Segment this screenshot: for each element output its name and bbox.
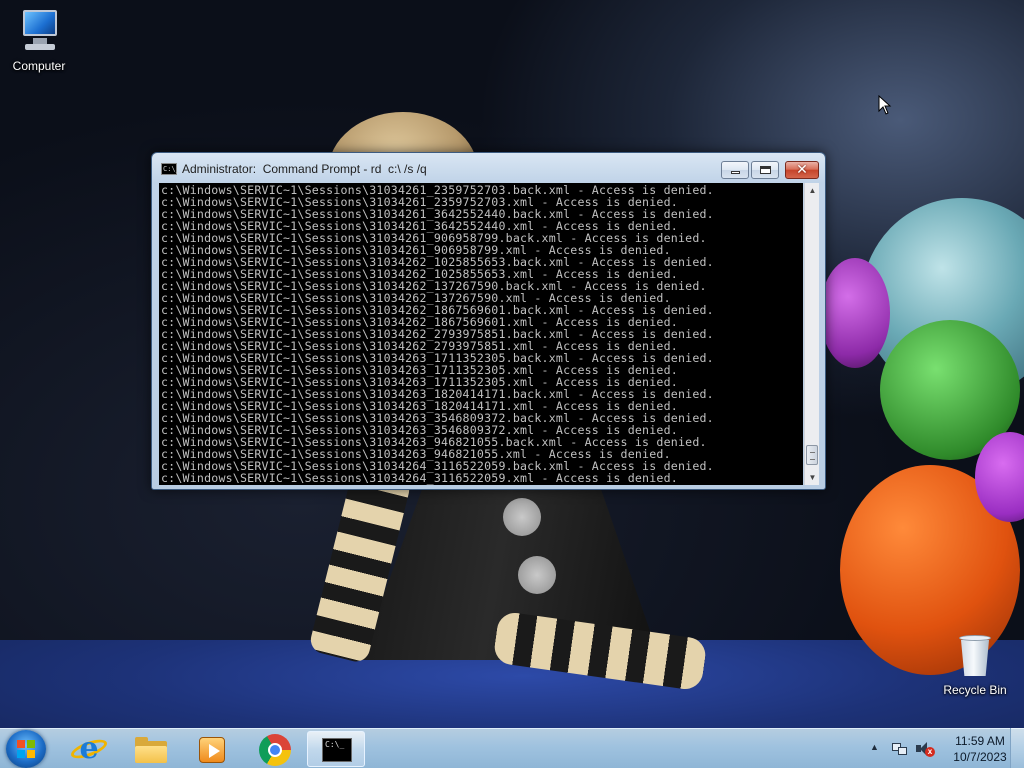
maximize-button[interactable] — [751, 161, 779, 179]
wallpaper-figure-button — [503, 498, 541, 536]
command-prompt-icon: C:\_ — [161, 163, 180, 175]
desktop-icon-computer[interactable]: Computer — [1, 8, 77, 73]
maximize-icon — [760, 166, 771, 174]
taskbar-command-prompt[interactable]: C:\_ — [307, 731, 365, 767]
desktop-icon-label: Recycle Bin — [943, 683, 1007, 697]
taskbar-google-chrome[interactable] — [245, 731, 303, 767]
clock[interactable]: 11:59 AM 10/7/2023 — [940, 733, 1020, 765]
system-tray: ▲ x 11:59 AM 10/7/2023 — [862, 729, 1024, 768]
scroll-up-arrow-icon[interactable]: ▲ — [805, 183, 820, 198]
clock-date: 10/7/2023 — [953, 750, 1007, 764]
window-title: Administrator: Command Prompt - rd c:\ /… — [182, 162, 427, 176]
desktop-icon-label: Computer — [12, 59, 66, 73]
command-prompt-icon: C:\_ — [322, 738, 352, 762]
scroll-down-arrow-icon[interactable]: ▼ — [805, 470, 820, 485]
console-lines: c:\Windows\SERVIC~1\Sessions\31034261_23… — [159, 183, 803, 484]
clock-time: 11:59 AM — [955, 734, 1005, 748]
windows-start-icon — [17, 740, 35, 758]
computer-icon — [17, 8, 61, 54]
console-line: c:\Windows\SERVIC~1\Sessions\31034264_31… — [161, 471, 678, 485]
close-icon: ✕ — [796, 161, 808, 177]
minimize-button[interactable] — [721, 161, 749, 179]
command-prompt-window[interactable]: C:\_ Administrator: Command Prompt - rd … — [151, 152, 826, 490]
console-output[interactable]: c:\Windows\SERVIC~1\Sessions\31034261_23… — [159, 183, 803, 485]
show-desktop-button[interactable] — [1010, 728, 1024, 768]
taskbar-windows-explorer[interactable] — [121, 731, 179, 767]
vertical-scrollbar[interactable]: ▲ ▼ — [804, 183, 819, 485]
volume-muted-icon[interactable]: x — [916, 741, 935, 757]
taskbar: e C:\_ ▲ x 11:59 AM 10/7/2023 — [0, 728, 1024, 768]
taskbar-internet-explorer[interactable]: e — [60, 731, 118, 767]
windows-media-player-icon — [199, 737, 225, 763]
minimize-icon — [731, 171, 740, 174]
taskbar-windows-media-player[interactable] — [182, 731, 240, 767]
window-titlebar[interactable]: C:\_ Administrator: Command Prompt - rd … — [152, 153, 825, 183]
start-button[interactable] — [6, 730, 46, 768]
recycle-bin-icon — [957, 632, 993, 678]
internet-explorer-icon: e — [79, 731, 99, 766]
google-chrome-icon — [259, 734, 291, 766]
network-icon[interactable] — [892, 741, 908, 757]
windows-explorer-icon — [135, 737, 167, 763]
scrollbar-thumb[interactable] — [806, 445, 818, 465]
close-button[interactable]: ✕ — [785, 161, 819, 179]
desktop-icon-recycle-bin[interactable]: Recycle Bin — [937, 632, 1013, 697]
wallpaper-balloon — [820, 258, 890, 368]
wallpaper-figure-button — [518, 556, 556, 594]
show-hidden-icons-icon[interactable]: ▲ — [870, 742, 879, 752]
